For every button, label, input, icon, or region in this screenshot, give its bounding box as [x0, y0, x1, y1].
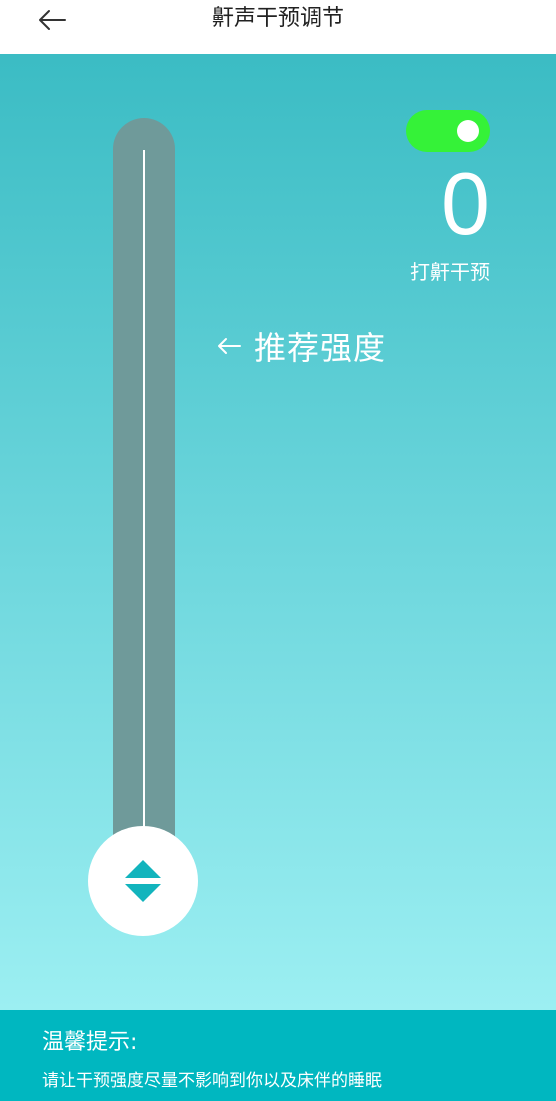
- tips-text: 请让干预强度尽量不影响到你以及床伴的睡眠: [42, 1071, 382, 1091]
- intervention-toggle[interactable]: [406, 110, 490, 152]
- intervention-level-value: 0: [441, 154, 490, 253]
- intensity-panel: 推荐强度 0 打鼾干预: [0, 54, 556, 1010]
- recommended-intensity-label: 推荐强度: [254, 329, 387, 367]
- slider-track-line: [143, 150, 145, 840]
- page-title: 鼾声干预调节: [211, 6, 344, 31]
- toggle-knob: [457, 120, 479, 142]
- tips-title: 温馨提示:: [42, 1030, 138, 1055]
- recommended-intensity-marker: 推荐强度: [216, 326, 387, 367]
- arrow-left-icon: [218, 338, 241, 354]
- top-bar: 鼾声干预调节: [0, 0, 556, 54]
- intensity-slider-handle[interactable]: [88, 826, 198, 936]
- up-down-arrows-icon: [125, 860, 161, 902]
- intensity-slider-track[interactable]: [113, 118, 175, 840]
- tips-banner: 温馨提示: 请让干预强度尽量不影响到你以及床伴的睡眠: [0, 1010, 556, 1101]
- intervention-level-label: 打鼾干预: [410, 260, 490, 284]
